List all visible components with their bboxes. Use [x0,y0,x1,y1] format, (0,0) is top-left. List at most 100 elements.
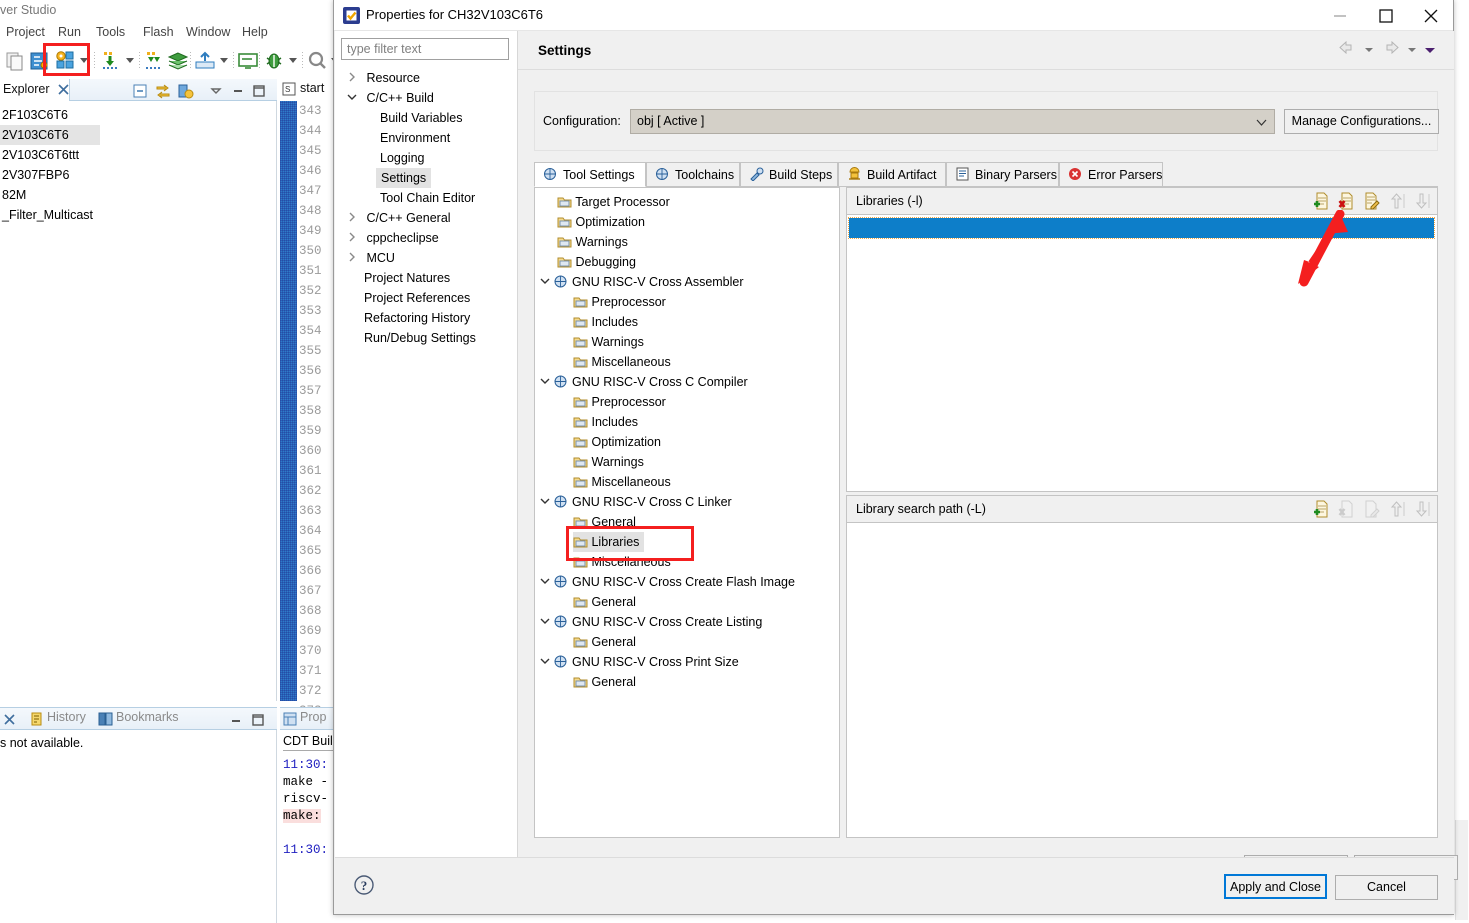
tool-item-warnings[interactable]: Warnings [557,232,628,252]
nav-item-logging[interactable]: Logging [376,148,429,168]
chevron-right-icon[interactable] [347,228,357,238]
tool-item-gnu-cross-print-size[interactable]: GNU RISC-V Cross Print Size [540,652,739,672]
close-button[interactable] [1408,0,1454,31]
tab-bookmarks[interactable]: Bookmarks [116,710,179,724]
nav-item-refactoring-history[interactable]: Refactoring History [364,308,470,328]
minimize-icon[interactable] [228,713,244,730]
manage-configurations-button[interactable]: Manage Configurations... [1284,109,1439,134]
chevron-right-icon[interactable] [347,208,357,218]
minimize-icon[interactable] [230,83,246,99]
tool-item-warnings[interactable]: Warnings [573,332,644,352]
nav-item-c-cpp-build[interactable]: C/C++ Build [347,88,434,108]
chevron-down-icon[interactable] [540,655,550,669]
download-icon[interactable] [100,50,122,72]
list-item[interactable] [849,218,1434,238]
add-icon[interactable] [1313,499,1331,519]
menu-window[interactable]: Window [186,25,230,39]
libraries-list[interactable] [848,216,1436,490]
view-menu-icon[interactable] [208,83,224,99]
nav-item-run-debug-settings[interactable]: Run/Debug Settings [364,328,476,348]
tool-item-optimization[interactable]: Optimization [557,212,645,232]
console-icon[interactable] [237,50,259,72]
tool-settings-tree[interactable]: Target Processor Optimization Warnings D… [534,187,840,838]
tool-item-gnu-cross-create-listing[interactable]: GNU RISC-V Cross Create Listing [540,612,762,632]
tool-item-gnu-cross-c-compiler[interactable]: GNU RISC-V Cross C Compiler [540,372,748,392]
menu-flash[interactable]: Flash [143,25,174,39]
tab-history[interactable]: History [47,710,86,724]
chevron-down-icon[interactable] [347,88,357,98]
copy-icon[interactable] [4,50,26,72]
chevron-down-icon[interactable] [540,615,550,629]
tab-properties[interactable]: Prop [300,710,326,724]
tool-item-optimization[interactable]: Optimization [573,432,661,452]
nav-item-settings[interactable]: Settings [376,168,431,188]
search-input[interactable]: type filter text [341,38,509,60]
apply-and-close-button[interactable]: Apply and Close [1224,874,1327,899]
tool-item-general[interactable]: General [573,592,636,612]
minimize-button[interactable] [1317,0,1363,31]
close-icon[interactable] [4,714,15,728]
tool-item-gnu-cross-c-linker[interactable]: GNU RISC-V Cross C Linker [540,492,732,512]
flash-multi-icon[interactable] [143,50,165,72]
tool-item-target-processor[interactable]: Target Processor [557,192,670,212]
tab-binary-parsers[interactable]: Binary Parsers [946,162,1059,187]
nav-item-c-cpp-general[interactable]: C/C++ General [347,208,451,228]
tab-build-steps[interactable]: Build Steps [740,162,838,187]
add-icon[interactable] [1313,191,1331,211]
chevron-down-icon[interactable] [540,575,550,589]
tool-item-gnu-cross-assembler[interactable]: GNU RISC-V Cross Assembler [540,272,744,292]
tool-item-miscellaneous[interactable]: Miscellaneous [573,472,671,492]
close-icon[interactable] [58,84,69,98]
help-icon[interactable]: ? [353,874,375,896]
search-icon[interactable] [306,50,328,72]
library-search-path-list[interactable] [848,524,1436,836]
chevron-down-icon[interactable] [540,375,550,389]
maximize-icon[interactable] [250,713,266,730]
list-item[interactable]: 2V103C6T6ttt [0,145,120,165]
list-item[interactable]: 82M [0,185,60,205]
nav-item-environment[interactable]: Environment [376,128,454,148]
list-item[interactable]: 2F103C6T6 [0,105,100,125]
view-menu-icon[interactable] [1422,40,1438,63]
code-editor[interactable]: 343 344 345 346 347 348 349 350 351 352 … [280,101,340,701]
debug-icon[interactable] [263,50,285,72]
explorer-tree[interactable]: 2F103C6T6 2V103C6T6 2V103C6T6ttt 2V307FB… [0,101,277,701]
tab-build-artifact[interactable]: Build Artifact [838,162,946,187]
menu-project[interactable]: Project [6,25,45,39]
nav-item-build-variables[interactable]: Build Variables [376,108,466,128]
tab-tool-settings[interactable]: Tool Settings [534,162,646,187]
chevron-right-icon[interactable] [347,68,357,78]
chevron-down-icon[interactable] [1256,117,1267,131]
tool-item-general[interactable]: General [573,672,636,692]
chevron-right-icon[interactable] [347,248,357,258]
edit-icon[interactable] [1363,191,1381,211]
list-item[interactable]: _Filter_Multicast [0,205,140,225]
tool-item-miscellaneous[interactable]: Miscellaneous [573,352,671,372]
chevron-down-icon[interactable] [540,275,550,289]
back-arrow-icon[interactable] [1337,40,1359,63]
tab-error-parsers[interactable]: Error Parsers [1059,162,1163,187]
forward-arrow-icon[interactable] [1379,40,1401,63]
maximize-button[interactable] [1363,0,1409,31]
tool-item-preprocessor[interactable]: Preprocessor [573,392,666,412]
menu-tools[interactable]: Tools [96,25,125,39]
tool-item-includes[interactable]: Includes [573,312,638,332]
debug-dropdown-icon[interactable] [289,58,297,63]
menu-help[interactable]: Help [242,25,268,39]
collapse-all-icon[interactable] [132,83,148,99]
maximize-icon[interactable] [251,83,267,99]
tab-toolchains[interactable]: Toolchains [646,162,740,187]
export-icon[interactable] [194,50,216,72]
forward-dropdown-icon[interactable] [1405,40,1419,63]
download-dropdown-icon[interactable] [126,58,134,63]
nav-item-cppcheclipse[interactable]: cppcheclipse [347,228,439,248]
configuration-select[interactable]: obj [ Active ] [630,109,1275,134]
editor-tab-label[interactable]: start [300,81,324,95]
nav-item-project-references[interactable]: Project References [364,288,470,308]
tool-item-preprocessor[interactable]: Preprocessor [573,292,666,312]
nav-item-resource[interactable]: Resource [347,68,420,88]
list-item[interactable]: 2V307FBP6 [0,165,100,185]
export-dropdown-icon[interactable] [220,58,228,63]
menu-run[interactable]: Run [58,25,81,39]
link-with-editor-icon[interactable] [155,83,171,99]
